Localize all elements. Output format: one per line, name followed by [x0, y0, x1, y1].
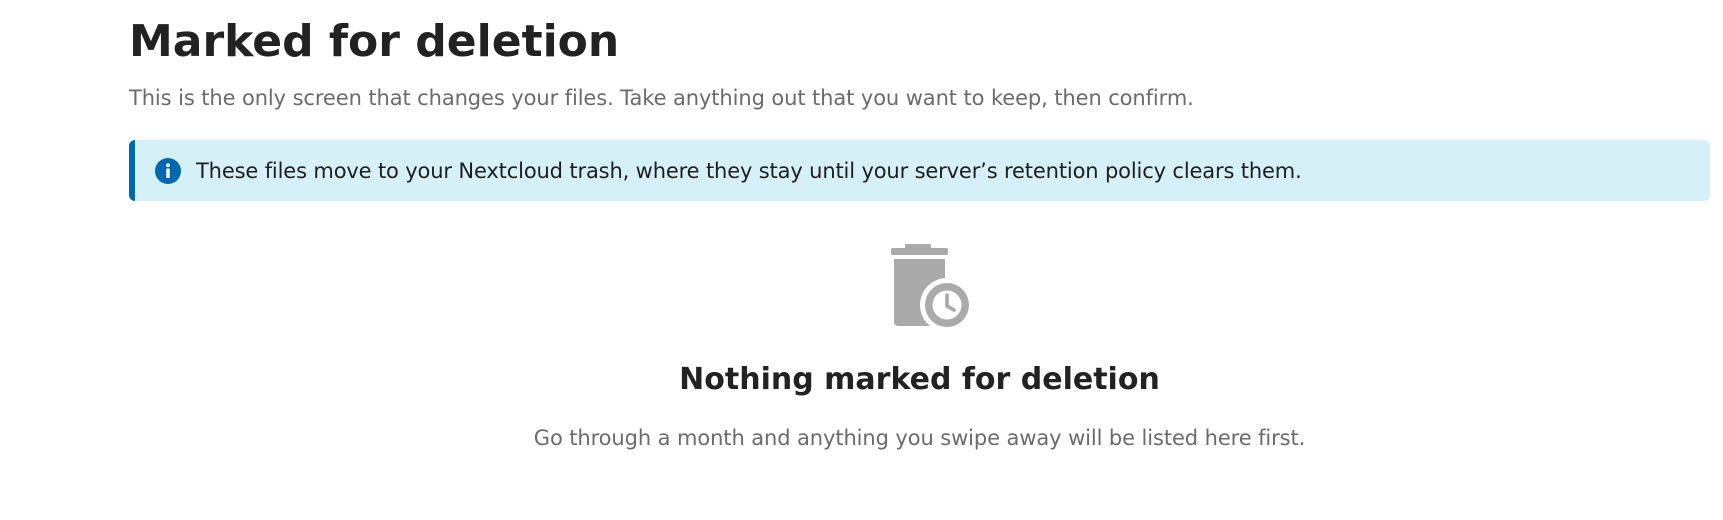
trash-clock-icon	[891, 244, 973, 332]
page: Marked for deletion This is the only scr…	[0, 0, 1723, 520]
info-icon	[155, 157, 181, 184]
empty-state-title: Nothing marked for deletion	[679, 362, 1160, 397]
page-subtitle: This is the only screen that changes you…	[129, 86, 1194, 110]
info-banner-text: These files move to your Nextcloud trash…	[196, 158, 1302, 183]
page-title: Marked for deletion	[129, 16, 620, 67]
empty-state-hint: Go through a month and anything you swip…	[533, 426, 1306, 450]
info-banner: These files move to your Nextcloud trash…	[129, 140, 1710, 201]
